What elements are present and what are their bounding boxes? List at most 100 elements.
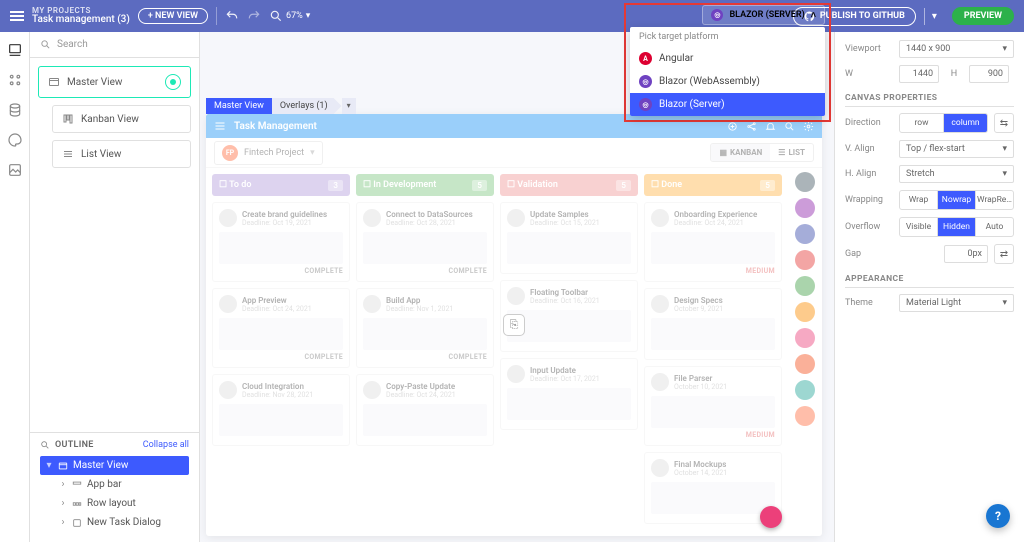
theme-label: Theme xyxy=(845,298,893,308)
chevron-up-icon: ˄ xyxy=(811,10,816,21)
new-view-button[interactable]: + NEW VIEW xyxy=(138,8,208,24)
avatar[interactable] xyxy=(795,302,815,322)
swap-axes-icon[interactable]: ⇆ xyxy=(994,113,1014,133)
search-input[interactable]: Search xyxy=(30,32,199,58)
platform-option-blazor-wasm[interactable]: ◎ Blazor (WebAssembly) xyxy=(630,70,825,93)
kanban-card[interactable]: Cloud IntegrationDeadline: Nov 28, 2021 xyxy=(212,374,350,446)
views-icon[interactable] xyxy=(7,42,23,58)
fab-add[interactable] xyxy=(760,506,782,528)
gap-link-icon[interactable]: ⇄ xyxy=(994,244,1014,264)
avatar[interactable] xyxy=(795,354,815,374)
search-icon[interactable] xyxy=(40,440,50,450)
add-icon[interactable] xyxy=(727,121,738,132)
components-icon[interactable] xyxy=(7,72,23,88)
tree-item-master[interactable]: ▾ Master View xyxy=(40,456,189,475)
viewport-select[interactable]: 1440 x 900▾ xyxy=(899,40,1014,58)
column-header[interactable]: ☐ In Development5 xyxy=(356,174,494,196)
kanban-card[interactable]: Connect to DataSourcesDeadline: Oct 28, … xyxy=(356,202,494,282)
avatar[interactable] xyxy=(795,250,815,270)
gap-input[interactable]: 0px xyxy=(944,245,988,263)
tree-item-dialog[interactable]: › New Task Dialog xyxy=(54,513,189,532)
zoom-control[interactable]: 67% ▾ xyxy=(269,9,310,23)
avatar-rail xyxy=(792,168,818,536)
kanban-card[interactable]: Input UpdateDeadline: Oct 17, 2021 xyxy=(500,358,638,430)
kanban-card[interactable]: Build AppDeadline: Nov 1, 2021COMPLETE xyxy=(356,288,494,368)
project-avatar: FP xyxy=(222,145,238,161)
kanban-card[interactable]: App PreviewDeadline: Oct 24, 2021COMPLET… xyxy=(212,288,350,368)
view-card-kanban[interactable]: Kanban View xyxy=(52,105,191,133)
theme-select[interactable]: Material Light▾ xyxy=(899,294,1014,312)
help-fab[interactable]: ? xyxy=(986,504,1010,528)
project-name: Fintech Project xyxy=(244,148,304,158)
collapse-all-link[interactable]: Collapse all xyxy=(143,440,189,450)
gear-icon[interactable] xyxy=(803,121,814,132)
bell-icon[interactable] xyxy=(765,121,776,132)
avatar[interactable] xyxy=(795,380,815,400)
menu-icon[interactable] xyxy=(10,11,24,21)
canvas-tab-overlays[interactable]: Overlays (1) xyxy=(272,98,342,114)
column-header[interactable]: ☐ Done5 xyxy=(644,174,782,196)
avatar[interactable] xyxy=(795,406,815,426)
canvas-tab-master[interactable]: Master View xyxy=(206,98,272,114)
avatar[interactable] xyxy=(795,328,815,348)
wrap-btn[interactable]: Wrap xyxy=(900,191,937,209)
canvas-tab-caret[interactable]: ▾ xyxy=(342,98,356,114)
overflow-hidden[interactable]: Hidden xyxy=(937,218,975,236)
menu-icon[interactable] xyxy=(214,120,226,132)
publish-caret[interactable]: ▾ xyxy=(924,8,944,25)
chevron-down-icon: ▾ xyxy=(45,460,53,471)
assets-icon[interactable] xyxy=(7,162,23,178)
share-icon[interactable] xyxy=(746,121,757,132)
canvas-handle-icon[interactable]: ⎘ xyxy=(503,314,525,336)
breadcrumb[interactable]: MY PROJECTS Task management (3) xyxy=(32,7,130,26)
tree-label: App bar xyxy=(87,479,122,490)
width-input[interactable]: 1440 xyxy=(899,65,939,83)
view-card-list[interactable]: List View xyxy=(52,140,191,168)
kanban-card[interactable]: File ParserOctober 10, 2021MEDIUM xyxy=(644,366,782,446)
kanban-card[interactable]: Create brand guidelinesDeadline: Oct 19,… xyxy=(212,202,350,282)
data-icon[interactable] xyxy=(7,102,23,118)
theme-icon[interactable] xyxy=(7,132,23,148)
wraprev-btn[interactable]: WrapRe… xyxy=(975,191,1013,209)
preview-button[interactable]: PREVIEW xyxy=(952,7,1014,25)
column-header[interactable]: ☐ To do3 xyxy=(212,174,350,196)
avatar[interactable] xyxy=(795,172,815,192)
undo-icon[interactable] xyxy=(225,9,239,23)
direction-row[interactable]: row xyxy=(900,114,943,132)
platform-option-angular[interactable]: A Angular xyxy=(630,47,825,70)
kanban-card[interactable]: Update SamplesDeadline: Oct 15, 2021 xyxy=(500,202,638,274)
tree-item-row-layout[interactable]: › Row layout xyxy=(54,494,189,513)
kanban-card[interactable]: Copy-Paste UpdateDeadline: Oct 24, 2021 xyxy=(356,374,494,446)
halign-select[interactable]: Stretch▾ xyxy=(899,165,1014,183)
platform-option-blazor-server[interactable]: ◎ Blazor (Server) xyxy=(630,93,825,116)
angular-icon: A xyxy=(639,52,652,65)
height-input[interactable]: 900 xyxy=(969,65,1009,83)
kanban-card[interactable]: Onboarding ExperienceDeadline: Oct 24, 2… xyxy=(644,202,782,282)
avatar[interactable] xyxy=(795,276,815,296)
view-toggle-list[interactable]: ☰LIST xyxy=(770,144,813,161)
section-canvas-properties: CANVAS PROPERTIES xyxy=(845,93,1014,107)
view-toggle-kanban[interactable]: ▦KANBAN xyxy=(711,144,770,161)
chevron-down-icon: ▾ xyxy=(1002,44,1007,54)
platform-selector-button[interactable]: ◎ BLAZOR (SERVER) ˄ xyxy=(702,5,825,25)
search-icon[interactable] xyxy=(784,121,795,132)
avatar[interactable] xyxy=(795,224,815,244)
preview-subbar: FP Fintech Project ▾ ▦KANBAN ☰LIST xyxy=(206,138,822,168)
column-header[interactable]: ☐ Validation5 xyxy=(500,174,638,196)
overflow-toggle: Visible Hidden Auto xyxy=(899,217,1014,237)
overflow-auto[interactable]: Auto xyxy=(975,218,1013,236)
nowrap-btn[interactable]: Nowrap xyxy=(937,191,975,209)
option-label: Blazor (Server) xyxy=(659,99,725,110)
overflow-visible[interactable]: Visible xyxy=(900,218,937,236)
view-card-master[interactable]: Master View xyxy=(38,66,191,98)
redo-icon[interactable] xyxy=(247,9,261,23)
project-chip[interactable]: FP Fintech Project ▾ xyxy=(214,141,323,165)
valign-select[interactable]: Top / flex-start▾ xyxy=(899,140,1014,158)
kanban-card[interactable]: Design SpecsOctober 9, 2021 xyxy=(644,288,782,360)
chevron-down-icon: ▾ xyxy=(306,11,311,21)
outline-title: OUTLINE xyxy=(55,440,94,450)
chevron-right-icon: › xyxy=(59,479,67,490)
tree-item-appbar[interactable]: › App bar xyxy=(54,475,189,494)
avatar[interactable] xyxy=(795,198,815,218)
direction-column[interactable]: column xyxy=(943,114,987,132)
